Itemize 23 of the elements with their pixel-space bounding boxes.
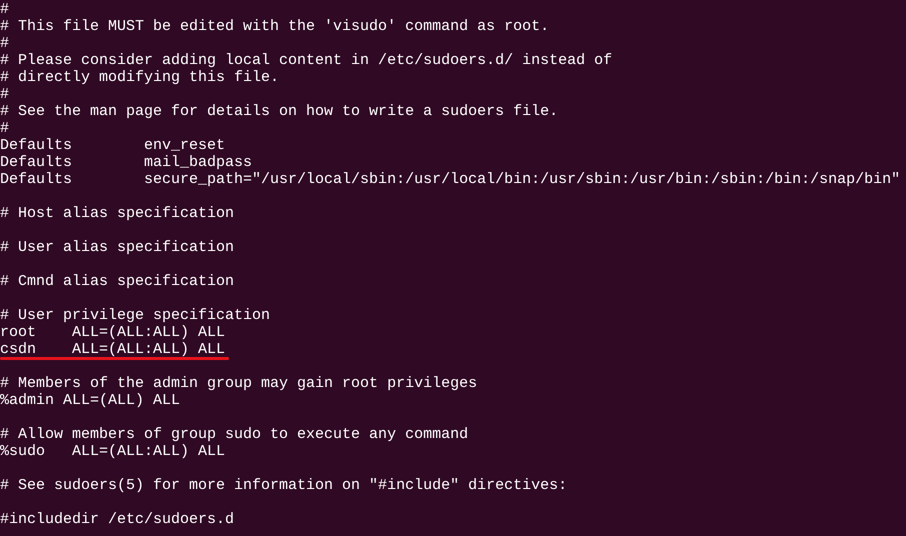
code-line: root ALL=(ALL:ALL) ALL xyxy=(0,324,226,341)
code-line: Defaults secure_path="/usr/local/sbin:/usr/local/bin:/usr/sbin:/usr/bin:/sbin:/bin:/snap/bin" xyxy=(0,171,900,188)
code-line: %admin ALL=(ALL) ALL xyxy=(0,392,180,409)
code-line: # directly modifying this file. xyxy=(0,69,280,86)
code-line: # xyxy=(0,1,10,18)
code-line: # Host alias specification xyxy=(0,205,234,222)
code-line: # This file MUST be edited with the 'visudo' command as root. xyxy=(0,18,550,35)
code-line: # xyxy=(0,120,10,137)
code-line: # xyxy=(0,86,10,103)
code-line: # See the man page for details on how to write a sudoers file. xyxy=(0,103,558,120)
code-line: csdn ALL=(ALL:ALL) ALL xyxy=(0,341,226,358)
code-line: Defaults env_reset xyxy=(0,137,226,154)
code-line: %sudo ALL=(ALL:ALL) ALL xyxy=(0,443,226,460)
code-line: # Please consider adding local content in /etc/sudoers.d/ instead of xyxy=(0,52,612,69)
code-line: # See sudoers(5) for more information on "#include" directives: xyxy=(0,477,568,494)
code-line: # Members of the admin group may gain root privileges xyxy=(0,375,478,392)
code-line: # User privilege specification xyxy=(0,307,270,324)
code-line: #includedir /etc/sudoers.d xyxy=(0,511,234,528)
code-line: # User alias specification xyxy=(0,239,234,256)
code-line: # Cmnd alias specification xyxy=(0,273,234,290)
code-line: # Allow members of group sudo to execute any command xyxy=(0,426,468,443)
code-line: Defaults mail_badpass xyxy=(0,154,252,171)
code-line: # xyxy=(0,35,10,52)
